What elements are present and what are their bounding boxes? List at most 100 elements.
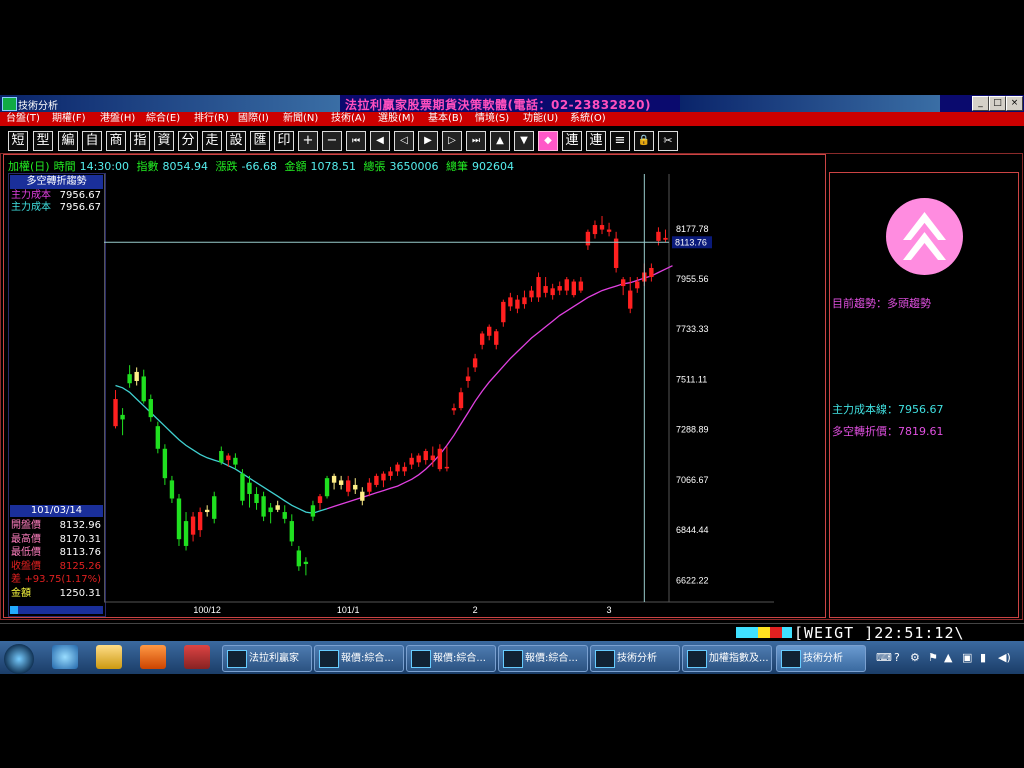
toolbar-button-short[interactable]: 短 [8, 131, 28, 151]
lock-icon[interactable]: 🔒 [634, 131, 654, 151]
candle-body[interactable] [564, 279, 569, 291]
toolbar-button-analysis[interactable]: 分 [178, 131, 198, 151]
candle-body[interactable] [282, 512, 287, 519]
candle-body[interactable] [628, 290, 633, 309]
candle-body[interactable] [113, 399, 118, 427]
candle-body[interactable] [529, 290, 534, 298]
candle-body[interactable] [204, 509, 210, 513]
menu-item[interactable]: 港盤(H) [100, 112, 135, 126]
candle-body[interactable] [268, 507, 273, 513]
candle-body[interactable] [338, 480, 344, 485]
up-arrow-icon[interactable]: ▲ [944, 651, 952, 664]
candle-body[interactable] [317, 496, 323, 504]
candle-body[interactable] [162, 448, 168, 479]
candle-body[interactable] [240, 473, 245, 501]
toolbar-button-settings[interactable]: 設 [226, 131, 246, 151]
candle-body[interactable] [331, 475, 337, 483]
candle-body[interactable] [183, 521, 189, 546]
candle-body[interactable] [606, 229, 612, 232]
next-icon[interactable]: ▶ [418, 131, 438, 151]
candle-body[interactable] [649, 267, 654, 278]
menu-item[interactable]: 新聞(N) [283, 112, 318, 126]
browser-icon[interactable] [52, 645, 78, 669]
menu-item[interactable]: 情境(S) [475, 112, 509, 126]
candle-body[interactable] [444, 466, 450, 469]
candle-body[interactable] [585, 231, 591, 246]
scrollbar-thumb[interactable] [10, 606, 18, 614]
candle-body[interactable] [656, 231, 661, 241]
special-icon[interactable]: ◆ [538, 131, 558, 151]
indicator-name[interactable]: 多空轉折趨勢 [10, 175, 103, 189]
candle-body[interactable] [620, 279, 626, 287]
candle-body[interactable] [472, 358, 478, 368]
flag-icon[interactable]: ⚑ [928, 651, 938, 664]
candle-body[interactable] [367, 482, 372, 492]
candle-body[interactable] [247, 482, 252, 494]
menu-item[interactable]: 綜合(E) [146, 112, 180, 126]
candle-body[interactable] [275, 505, 280, 510]
taskbar-item[interactable]: 報價:綜合... [406, 645, 496, 672]
taskbar-item[interactable]: 報價:綜合... [498, 645, 588, 672]
candle-body[interactable] [437, 448, 443, 470]
keyboard-icon[interactable]: ⌨ [876, 651, 892, 664]
folder-icon[interactable] [96, 645, 122, 669]
candle-body[interactable] [155, 426, 161, 449]
toolbar-button-data[interactable]: 資 [154, 131, 174, 151]
candle-body[interactable] [599, 225, 605, 230]
last-icon[interactable]: ⏭ [466, 131, 486, 151]
candle-body[interactable] [374, 475, 379, 485]
candle-body[interactable] [515, 299, 520, 309]
up-icon[interactable]: ▲ [490, 131, 510, 151]
candle-body[interactable] [212, 496, 217, 519]
candle-body[interactable] [430, 455, 435, 461]
device-icon[interactable]: ▣ [962, 651, 972, 664]
menu-item[interactable]: 功能(U) [523, 112, 558, 126]
menu-item[interactable]: 台盤(T) [6, 112, 40, 126]
candle-body[interactable] [388, 471, 393, 476]
candle-body[interactable] [550, 288, 555, 296]
toolbar-button-pattern[interactable]: 型 [33, 131, 53, 151]
candle-body[interactable] [451, 408, 457, 411]
candle-body[interactable] [148, 399, 153, 418]
candle-body[interactable] [536, 277, 541, 298]
taskbar-item[interactable]: 報價:綜合... [314, 645, 404, 672]
candle-body[interactable] [296, 550, 302, 567]
candle-body[interactable] [310, 505, 316, 517]
next-page-icon[interactable]: ▷ [442, 131, 462, 151]
link2-icon[interactable]: 連 [586, 131, 606, 151]
candle-body[interactable] [487, 326, 492, 336]
candle-body[interactable] [613, 238, 619, 268]
candle-body[interactable] [543, 286, 548, 293]
prev-page-icon[interactable]: ◁ [394, 131, 414, 151]
taskbar-item-active[interactable]: 技術分析 [776, 645, 866, 672]
down-icon[interactable]: ▼ [514, 131, 534, 151]
candle-body[interactable] [578, 281, 584, 291]
toolbar-button-trend[interactable]: 走 [202, 131, 222, 151]
candle-body[interactable] [324, 478, 330, 497]
network-icon[interactable]: ▮ [980, 651, 986, 664]
candle-body[interactable] [226, 455, 231, 461]
plus-icon[interactable]: + [298, 131, 318, 151]
candle-body[interactable] [501, 301, 506, 323]
candle-body[interactable] [381, 473, 386, 481]
candle-body[interactable] [134, 371, 139, 381]
settings-icon[interactable]: ⚙ [910, 651, 920, 664]
left-panel-scrollbar[interactable] [10, 606, 103, 614]
candle-body[interactable] [169, 480, 175, 499]
candle-body[interactable] [409, 457, 414, 465]
taskbar-item[interactable]: 技術分析 [590, 645, 680, 672]
toolbar-button-print[interactable]: 印 [274, 131, 294, 151]
app-shortcut-icon[interactable] [184, 645, 210, 669]
candle-body[interactable] [261, 496, 266, 517]
toolbar-button-custom[interactable]: 自 [82, 131, 102, 151]
candle-body[interactable] [571, 281, 577, 296]
candle-body[interactable] [458, 392, 464, 409]
media-player-icon[interactable] [140, 645, 166, 669]
candle-body[interactable] [508, 297, 513, 307]
menu-item[interactable]: 國際(I) [238, 112, 269, 126]
candle-body[interactable] [663, 237, 668, 240]
candle-body[interactable] [176, 498, 182, 540]
minus-icon[interactable]: − [322, 131, 342, 151]
candle-body[interactable] [479, 333, 485, 345]
maximize-button[interactable]: □ [989, 96, 1006, 111]
